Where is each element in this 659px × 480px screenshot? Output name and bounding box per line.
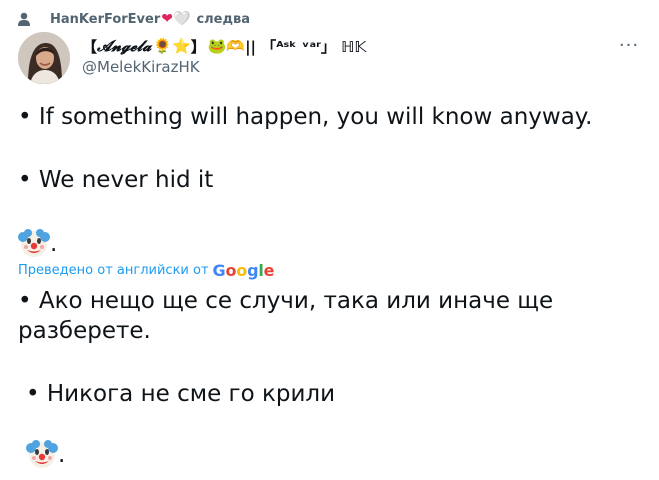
retweeter-name[interactable]: HanKerForEver — [50, 12, 160, 27]
name-script: 𝓐𝓷𝓰𝓮𝓵𝓪 — [97, 37, 152, 55]
translated-line-2: разберете. — [18, 318, 151, 344]
translated-line-3: • Никога не сме го крили — [26, 381, 336, 407]
follows-label: следва — [196, 11, 250, 27]
red-heart-icon: ❤ — [161, 11, 173, 27]
tweet-line-1: • If something will happen, you will kno… — [18, 104, 593, 130]
more-options-button[interactable]: ··· — [617, 34, 641, 56]
name-tail: || 「ᴬˢᵏ ᵛᵃʳ」 ℍ𝕂 — [245, 37, 367, 56]
name-bracket-close: 】 — [190, 37, 206, 56]
tweet-line-2: • We never hid it — [18, 167, 214, 193]
author-handle[interactable]: @MelekKirazHK — [82, 58, 366, 76]
frog-heart-hands-emojis: 🐸🫶 — [207, 37, 246, 55]
avatar[interactable] — [18, 32, 70, 84]
google-logo: Google — [212, 261, 275, 280]
translation-attribution[interactable]: Преведено от английски от Google — [18, 261, 274, 280]
translated-line-1: • Ако нещо ще се случи, така или иначе щ… — [18, 288, 554, 314]
tweet-clown-period: . — [50, 231, 58, 257]
author-info[interactable]: 【 𝓐𝓷𝓰𝓮𝓵𝓪 🌻⭐ 】 🐸🫶 || 「ᴬˢᵏ ᵛᵃʳ」 ℍ𝕂 @MelekK… — [82, 35, 366, 76]
name-bracket-open: 【 — [82, 37, 98, 56]
sunflower-star-emojis: 🌻⭐ — [153, 37, 191, 55]
translated-label: Преведено от английски от — [18, 263, 209, 278]
clown-face-icon — [26, 440, 58, 468]
translated-clown-period: . — [58, 442, 66, 468]
author-display-name[interactable]: 【 𝓐𝓷𝓰𝓮𝓵𝓪 🌻⭐ 】 🐸🫶 || 「ᴬˢᵏ ᵛᵃʳ」 ℍ𝕂 — [82, 35, 366, 57]
more-icon: ··· — [618, 34, 640, 56]
white-heart-icon: 🤍 — [173, 11, 191, 28]
person-icon — [18, 11, 32, 27]
clown-face-icon — [18, 229, 50, 257]
translated-clown-line: . — [26, 438, 65, 478]
social-context[interactable]: HanKerForEver ❤ 🤍 следва — [18, 9, 250, 29]
